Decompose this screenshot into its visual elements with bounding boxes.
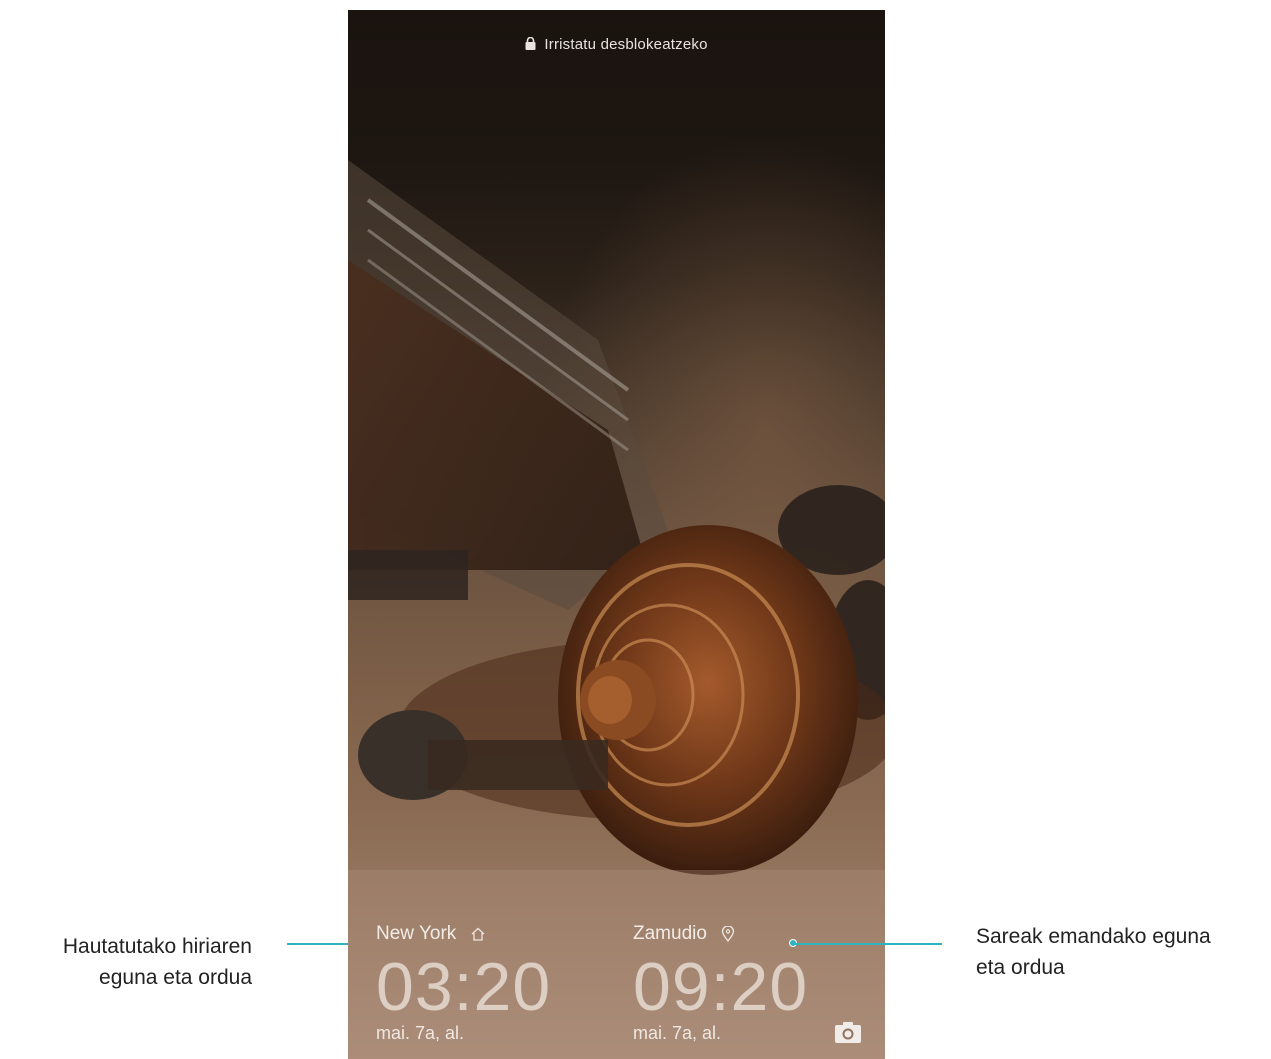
home-city-time: 03:20 bbox=[376, 949, 552, 1025]
home-city-date: mai. 7a, al. bbox=[376, 1023, 465, 1043]
network-city-row: Zamudio bbox=[633, 923, 808, 945]
unlock-hint[interactable]: Irristatu desblokeatzeko bbox=[348, 36, 885, 53]
network-city-name: Zamudio bbox=[633, 923, 707, 944]
home-icon bbox=[471, 927, 485, 941]
home-city-name: New York bbox=[376, 923, 457, 944]
callout-line-right bbox=[795, 943, 942, 945]
lock-screen: Irristatu desblokeatzeko New York 03:20 … bbox=[348, 10, 885, 1059]
unlock-hint-text: Irristatu desblokeatzeko bbox=[544, 36, 708, 53]
callout-home-city-line1: Hautatutako hiriaren bbox=[62, 935, 252, 958]
callout-network-city: Sareak emandako eguna eta ordua bbox=[976, 921, 1271, 983]
network-city-time: 09:20 bbox=[633, 949, 809, 1025]
camera-icon[interactable] bbox=[834, 1020, 862, 1044]
callout-network-city-line1: Sareak emandako eguna bbox=[976, 925, 1211, 948]
home-city-clock: New York 03:20 mai. 7a, al. bbox=[376, 923, 551, 1044]
lock-icon bbox=[525, 37, 536, 50]
network-city-date: mai. 7a, al. bbox=[633, 1023, 722, 1043]
location-pin-icon bbox=[721, 926, 735, 942]
callout-home-city-line2: eguna eta ordua bbox=[99, 966, 252, 989]
wallpaper bbox=[348, 160, 885, 1059]
callout-network-city-line2: eta ordua bbox=[976, 956, 1065, 979]
callout-home-city: Hautatutako hiriaren eguna eta ordua bbox=[20, 931, 252, 993]
network-city-clock: Zamudio 09:20 mai. 7a, al. bbox=[633, 923, 808, 1044]
home-city-row: New York bbox=[376, 923, 551, 945]
